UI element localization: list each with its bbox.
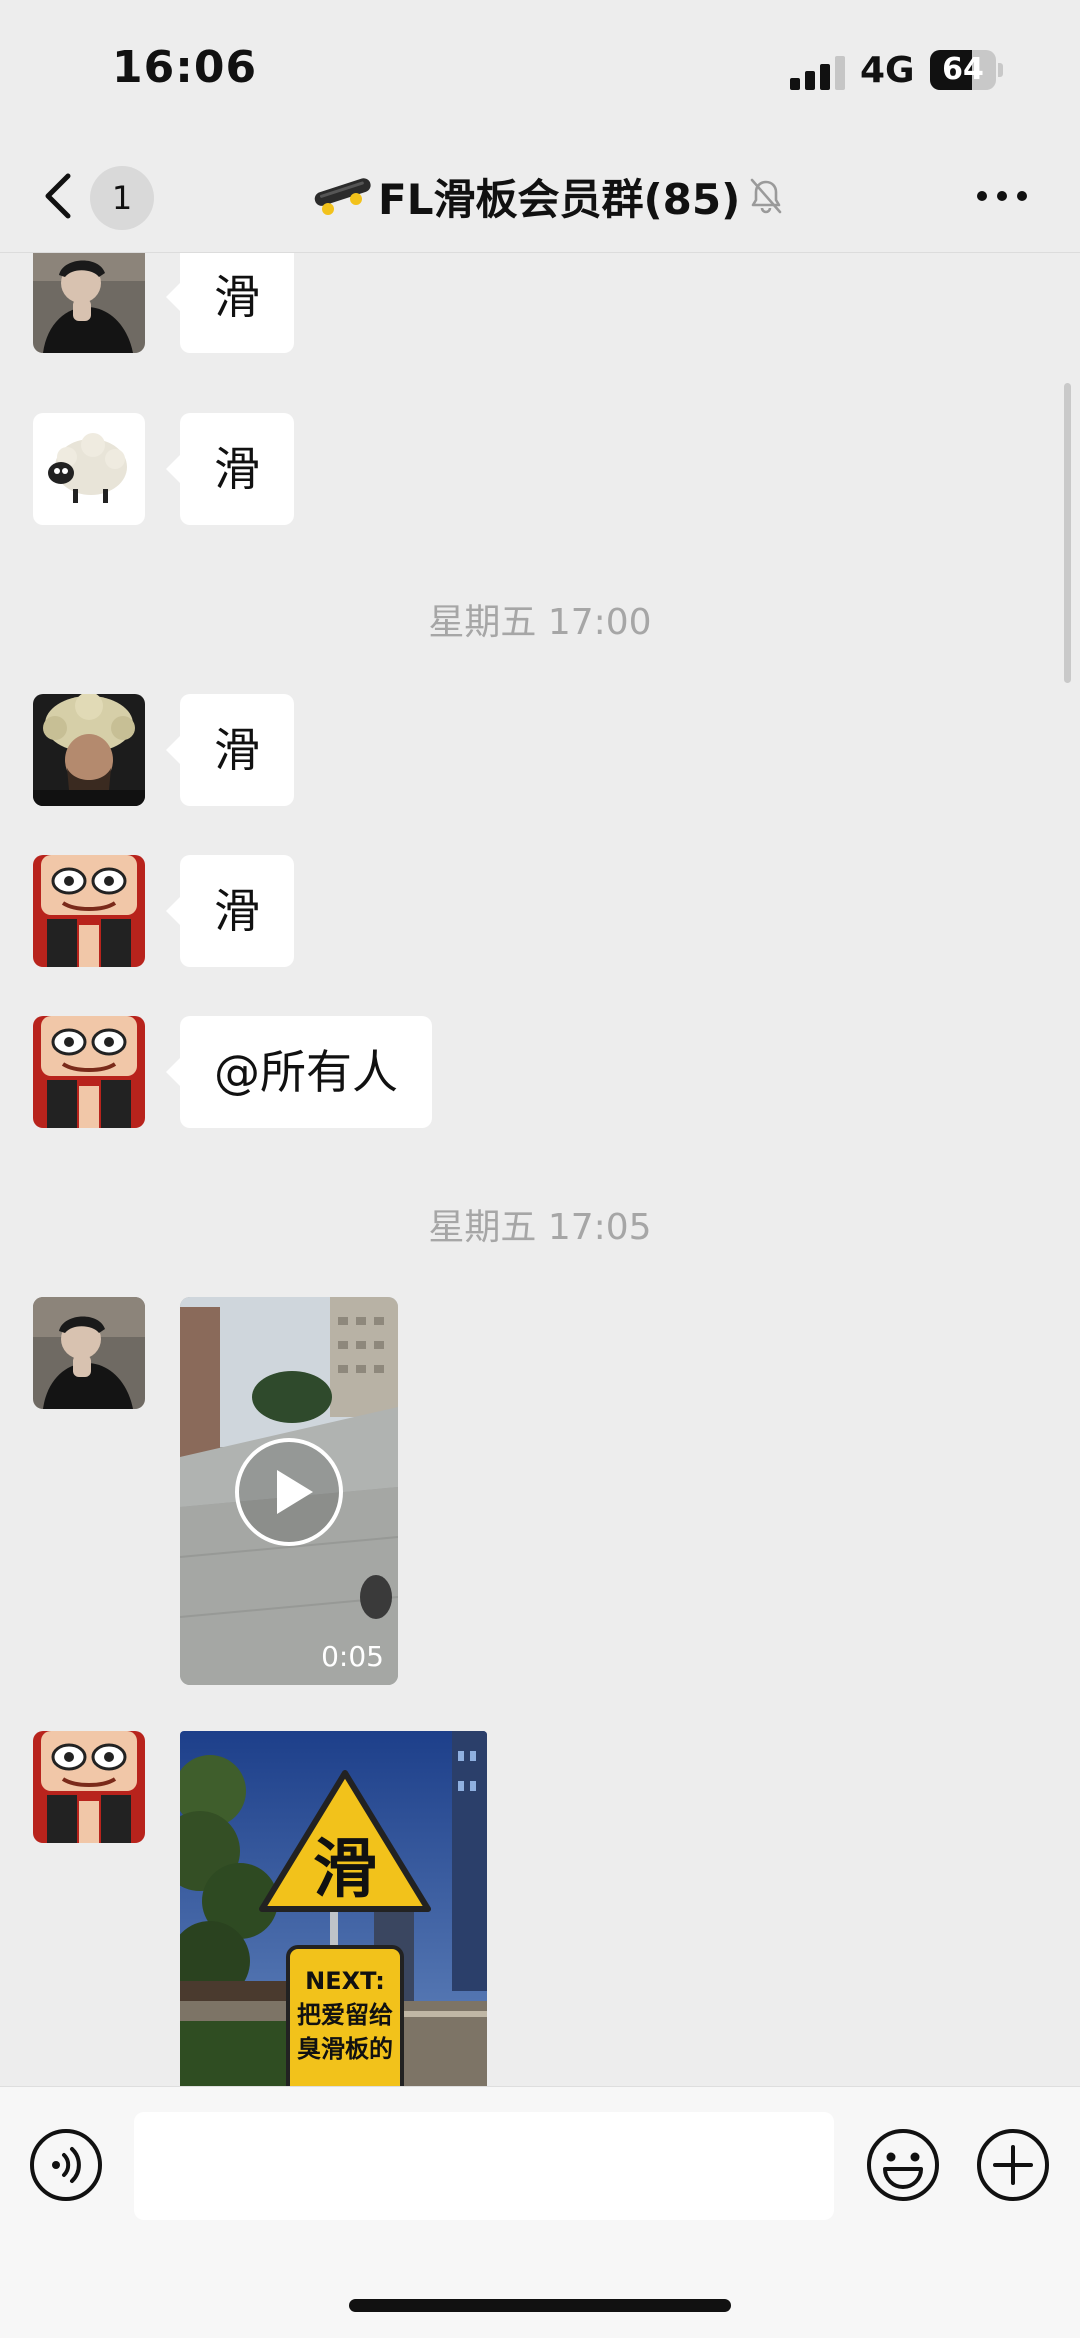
sign-line1: 把爱留给	[297, 2001, 393, 2029]
timestamp: 星期五 17:00	[428, 602, 652, 643]
avatar[interactable]	[33, 413, 145, 525]
more-button[interactable]	[972, 176, 1032, 216]
cartoon-avatar-image	[33, 1016, 145, 1128]
avatar[interactable]	[33, 1016, 145, 1128]
chat-title-text: FL滑板会员群(85)	[378, 174, 741, 224]
voice-button[interactable]	[28, 2127, 104, 2203]
mute-bell-icon	[750, 178, 782, 214]
network-type: 4G	[860, 50, 915, 91]
emoji-button[interactable]	[865, 2127, 941, 2203]
cartoon-avatar-image	[33, 1731, 145, 1843]
signal-icon	[790, 56, 846, 90]
video-message[interactable]: 0:05	[180, 1297, 398, 1685]
smiley-icon	[867, 2129, 939, 2201]
chat-area[interactable]: 滑 滑 星期五 17:00 滑 滑 @所有人 星期五 17:05 0:05 滑 …	[0, 253, 1080, 2086]
more-dots-icon	[977, 191, 1027, 201]
status-bar: 16:06 4G 64	[0, 0, 1080, 140]
person-photo-avatar-image	[33, 253, 145, 353]
skateboard-icon	[314, 178, 371, 215]
avatar[interactable]	[33, 1731, 145, 1843]
image-message[interactable]: 滑 NEXT: 把爱留给 臭滑板的	[180, 1731, 487, 2086]
person-photo-avatar-image	[33, 1297, 145, 1409]
add-button[interactable]	[975, 2127, 1051, 2203]
battery-icon: 64	[930, 50, 1004, 92]
cartoon-avatar-image	[33, 855, 145, 967]
fur-hat-person-avatar-image	[33, 694, 145, 806]
message-bubble[interactable]: 滑	[166, 253, 294, 353]
avatar[interactable]	[33, 855, 145, 967]
sheep-avatar-image	[33, 413, 145, 525]
sign-next-label: NEXT:	[305, 1967, 385, 1995]
chat-title[interactable]: FL滑板会员群(85)	[312, 164, 786, 228]
message-input[interactable]	[134, 2112, 834, 2220]
message-bubble[interactable]: 滑	[166, 694, 294, 806]
message-bubble[interactable]: @所有人	[166, 1016, 432, 1128]
input-bar	[0, 2086, 1080, 2338]
sign-character: 滑	[313, 1833, 377, 1907]
road-sign-photo-image: 滑 NEXT: 把爱留给 臭滑板的	[180, 1731, 487, 2086]
sign-line2: 臭滑板的	[297, 2035, 393, 2063]
back-button[interactable]	[36, 164, 82, 228]
avatar[interactable]	[33, 1297, 145, 1409]
avatar[interactable]	[33, 253, 145, 353]
voice-icon	[30, 2129, 102, 2201]
chevron-left-icon	[45, 173, 71, 219]
nav-bar: 1 FL滑板会员群(85)	[0, 140, 1080, 253]
message-bubble[interactable]: 滑	[166, 855, 294, 967]
play-icon[interactable]	[233, 1436, 345, 1548]
battery-level: 64	[942, 52, 984, 87]
avatar[interactable]	[33, 694, 145, 806]
plus-icon	[977, 2129, 1049, 2201]
timestamp: 星期五 17:05	[428, 1207, 652, 1248]
unread-badge[interactable]: 1	[90, 166, 154, 230]
home-indicator	[349, 2299, 731, 2312]
video-duration: 0:05	[321, 1640, 384, 1673]
message-bubble[interactable]: 滑	[166, 413, 294, 525]
status-time: 16:06	[112, 42, 258, 93]
